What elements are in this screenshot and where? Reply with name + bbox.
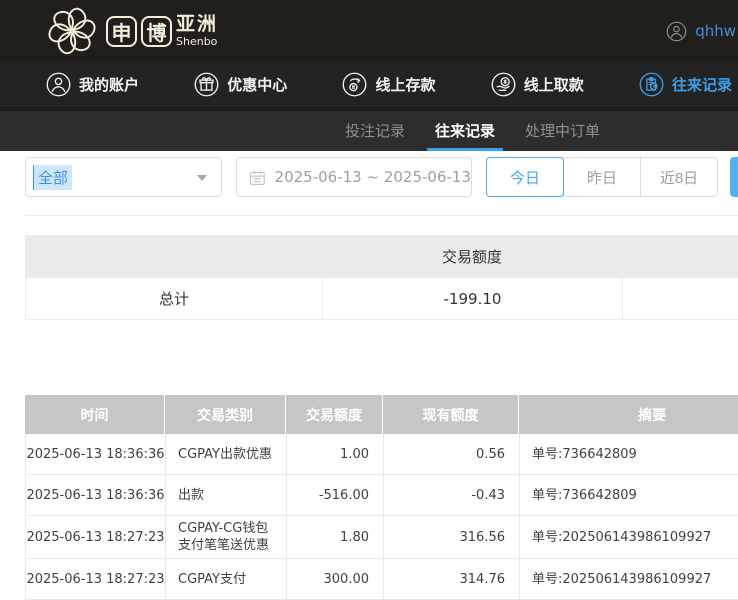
cell-amount: -516.00 xyxy=(287,475,384,515)
cell-time: 2025-06-13 18:36:36 xyxy=(26,434,166,474)
nav-label: 线上存款 xyxy=(375,74,435,95)
nav-item-deposit[interactable]: 线上存款 xyxy=(342,72,435,97)
nav-item-transaction-records[interactable]: 往来记录 xyxy=(639,72,732,97)
nav-label: 优惠中心 xyxy=(227,74,287,95)
withdraw-icon xyxy=(491,72,516,97)
divider xyxy=(25,215,738,216)
logo-wordmark: 亚洲 Shenbo xyxy=(176,15,218,47)
cell-type: 出款 xyxy=(166,475,287,515)
cell-balance: 0.56 xyxy=(384,434,520,474)
col-header-balance: 现有额度 xyxy=(383,395,519,434)
yesterday-button[interactable]: 昨日 xyxy=(563,157,641,197)
cell-amount: 300.00 xyxy=(287,559,384,599)
records-table-header: 时间 交易类别 交易额度 现有额度 摘要 xyxy=(25,395,738,434)
nav-label: 往来记录 xyxy=(672,74,732,95)
cell-note: 单号:202506143986109927 xyxy=(520,559,738,599)
cell-balance: -0.43 xyxy=(384,475,520,515)
col-header-amount: 交易额度 xyxy=(286,395,383,434)
cell-time: 2025-06-13 18:27:23 xyxy=(26,559,166,599)
top-header: 申 博 亚洲 Shenbo qhhw xyxy=(0,0,738,62)
cell-note: 单号:202506143986109927 xyxy=(520,516,738,558)
table-row: 2025-06-13 18:27:23 CGPAY-CG钱包支付笔笔送优惠 1.… xyxy=(25,516,738,559)
logo-region-text: 亚洲 xyxy=(176,15,218,34)
sub-nav: 投注记录 往来记录 处理中订单 xyxy=(0,107,738,151)
nav-item-withdraw[interactable]: 线上取款 xyxy=(491,72,584,97)
tab-processing-orders[interactable]: 处理中订单 xyxy=(525,111,600,151)
gift-icon xyxy=(194,72,219,97)
summary-header-spacer xyxy=(622,235,738,278)
logo-characters: 申 博 xyxy=(106,16,172,47)
records-table: 时间 交易类别 交易额度 现有额度 摘要 2025-06-13 18:36:36… xyxy=(25,395,738,600)
transaction-type-select[interactable]: 全部 xyxy=(25,157,222,197)
summary-total-value: -199.10 xyxy=(323,278,623,319)
site-logo[interactable]: 申 博 亚洲 Shenbo xyxy=(42,3,218,59)
table-row: 2025-06-13 18:27:23 CGPAY支付 300.00 314.7… xyxy=(25,559,738,600)
nav-label: 我的账户 xyxy=(79,74,139,95)
search-button[interactable] xyxy=(730,157,738,197)
cell-amount: 1.00 xyxy=(287,434,384,474)
filter-row: 全部 2025-06-13 ~ 2025-06-13 今日 昨日 近8日 xyxy=(25,157,738,197)
tab-transaction-records[interactable]: 往来记录 xyxy=(435,111,495,151)
deposit-icon xyxy=(342,72,367,97)
tab-betting-records[interactable]: 投注记录 xyxy=(345,111,405,151)
content-area: 全部 2025-06-13 ~ 2025-06-13 今日 昨日 近8日 交易 xyxy=(0,151,738,591)
cell-type: CGPAY支付 xyxy=(166,559,287,599)
summary-header-amount: 交易额度 xyxy=(322,235,622,278)
summary-header-spacer xyxy=(25,235,322,278)
summary-total-label: 总计 xyxy=(26,278,323,319)
nav-item-my-account[interactable]: 我的账户 xyxy=(46,72,139,97)
chevron-down-icon xyxy=(197,175,207,181)
quick-date-buttons: 今日 昨日 近8日 xyxy=(486,157,718,197)
summary-table: 交易额度 总计 -199.10 xyxy=(25,235,738,320)
date-range-input[interactable]: 2025-06-13 ~ 2025-06-13 xyxy=(236,157,472,197)
calendar-icon xyxy=(249,169,266,186)
records-icon xyxy=(639,72,664,97)
cell-time: 2025-06-13 18:36:36 xyxy=(26,475,166,515)
last-8-days-button[interactable]: 近8日 xyxy=(640,157,718,197)
date-range-value: 2025-06-13 ~ 2025-06-13 xyxy=(275,168,471,186)
cell-note: 单号:736642809 xyxy=(520,434,738,474)
main-nav: 我的账户 优惠中心 线上存款 线上取款 xyxy=(0,62,738,107)
today-button[interactable]: 今日 xyxy=(486,157,564,197)
table-row: 2025-06-13 18:36:36 CGPAY出款优惠 1.00 0.56 … xyxy=(25,434,738,475)
cell-type: CGPAY出款优惠 xyxy=(166,434,287,474)
user-icon xyxy=(46,72,71,97)
cell-note: 单号:736642809 xyxy=(520,475,738,515)
summary-total-row: 总计 -199.10 xyxy=(25,278,738,320)
table-row: 2025-06-13 18:36:36 出款 -516.00 -0.43 单号:… xyxy=(25,475,738,516)
nav-item-promotions[interactable]: 优惠中心 xyxy=(194,72,287,97)
logo-char-bo: 博 xyxy=(141,16,172,47)
cell-amount: 1.80 xyxy=(287,516,384,558)
username-text: qhhw xyxy=(695,22,738,40)
user-account-area[interactable]: qhhw xyxy=(666,0,738,62)
cell-balance: 316.56 xyxy=(384,516,520,558)
col-header-time: 时间 xyxy=(25,395,165,434)
cell-time: 2025-06-13 18:27:23 xyxy=(26,516,166,558)
logo-subtitle-text: Shenbo xyxy=(176,36,218,47)
flower-logo-icon xyxy=(42,3,102,59)
logo-char-shen: 申 xyxy=(106,16,137,47)
col-header-note: 摘要 xyxy=(519,395,738,434)
cell-balance: 314.76 xyxy=(384,559,520,599)
nav-label: 线上取款 xyxy=(524,74,584,95)
summary-table-header: 交易额度 xyxy=(25,235,738,278)
select-value: 全部 xyxy=(33,165,72,190)
col-header-type: 交易类别 xyxy=(165,395,286,434)
summary-empty-cell xyxy=(623,278,738,319)
user-avatar-icon xyxy=(666,21,687,42)
cell-type: CGPAY-CG钱包支付笔笔送优惠 xyxy=(166,516,287,558)
